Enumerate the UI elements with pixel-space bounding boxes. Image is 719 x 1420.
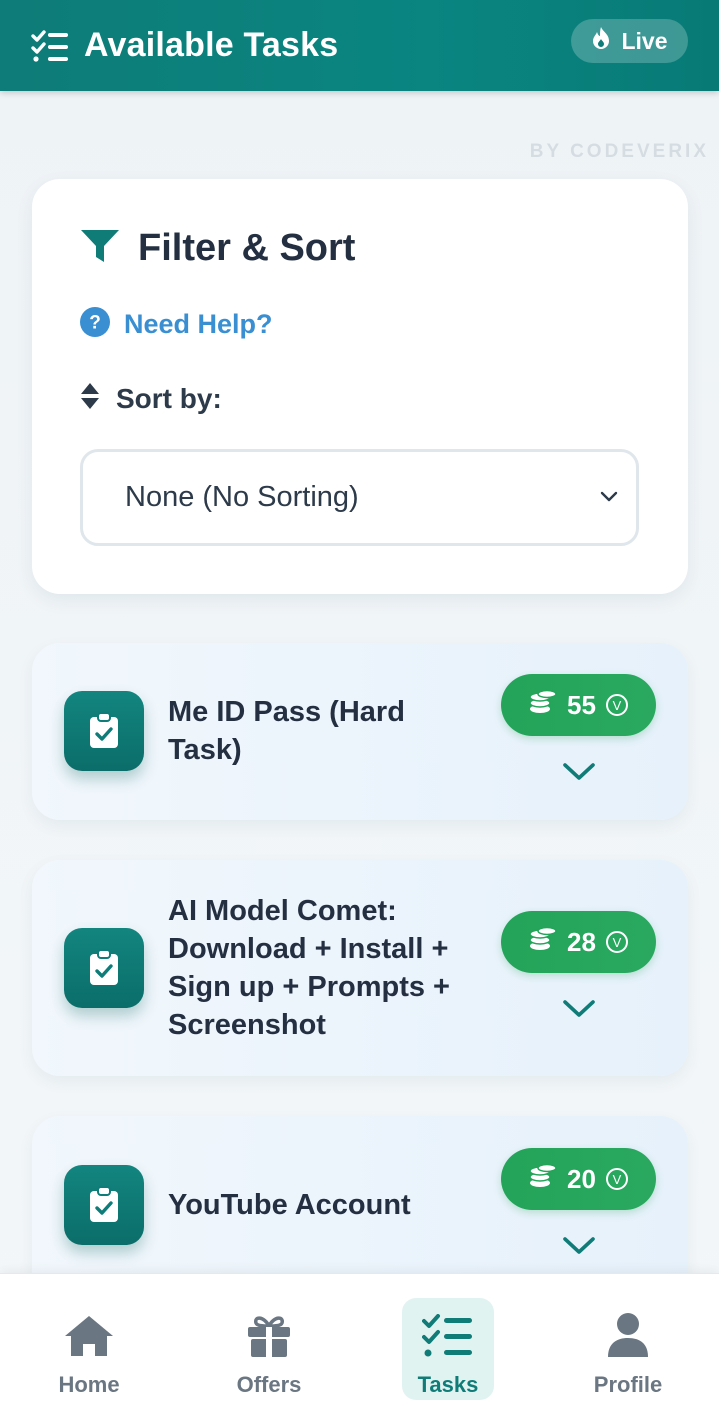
sort-select-value: None (No Sorting)	[125, 481, 359, 513]
nav-label: Tasks	[417, 1372, 479, 1397]
currency-icon: V	[605, 694, 628, 716]
live-badge[interactable]: Live	[571, 19, 688, 63]
reward-badge: 20 V	[501, 1148, 656, 1210]
page-title: Available Tasks	[84, 26, 339, 64]
live-label: Live	[621, 27, 668, 54]
sort-label: Sort by:	[80, 382, 222, 415]
coins-icon	[529, 1162, 557, 1197]
user-icon	[607, 1306, 649, 1358]
nav-item-profile[interactable]: Profile	[582, 1298, 674, 1400]
sort-select[interactable]: None (No Sorting)	[80, 449, 639, 546]
gift-icon	[246, 1306, 292, 1358]
clipboard-check-icon	[64, 928, 144, 1008]
need-help-link[interactable]: ? Need Help?	[80, 307, 273, 342]
svg-text:?: ?	[89, 313, 101, 334]
task-title: Me ID Pass (Hard Task)	[168, 696, 405, 766]
tasks-icon	[422, 1306, 474, 1358]
reward-amount: 55	[567, 689, 596, 720]
coins-icon	[529, 925, 557, 960]
app-header: Available Tasks Live	[0, 0, 719, 91]
app-root: Available Tasks Live BY CODEVERIX Filter…	[0, 0, 719, 1420]
nav-item-home[interactable]: Home	[43, 1298, 135, 1400]
chevron-down-icon[interactable]	[561, 1234, 597, 1258]
brand-watermark: BY CODEVERIX	[529, 141, 709, 162]
task-title: YouTube Account	[168, 1189, 411, 1221]
task-card[interactable]: Me ID Pass (Hard Task) 55 V	[32, 643, 688, 820]
home-icon	[63, 1306, 115, 1358]
task-list-icon	[30, 28, 70, 64]
sort-label-text: Sort by:	[116, 382, 222, 414]
filter-heading: Filter & Sort	[80, 227, 355, 270]
sort-icon	[80, 382, 100, 415]
currency-icon: V	[605, 931, 628, 953]
fire-icon	[591, 26, 611, 56]
nav-label: Home	[58, 1372, 120, 1397]
chevron-down-icon[interactable]	[561, 997, 597, 1021]
reward-badge: 28 V	[501, 911, 656, 973]
nav-item-tasks[interactable]: Tasks	[402, 1298, 494, 1400]
currency-icon: V	[605, 1168, 628, 1190]
need-help-label: Need Help?	[124, 309, 273, 339]
chevron-down-icon	[600, 490, 618, 508]
task-card[interactable]: AI Model Comet: Download + Install + Sig…	[32, 860, 688, 1076]
reward-amount: 28	[567, 926, 596, 957]
filter-icon	[80, 228, 120, 269]
clipboard-check-icon	[64, 691, 144, 771]
coins-icon	[529, 688, 557, 723]
chevron-down-icon[interactable]	[561, 760, 597, 784]
task-title: AI Model Comet: Download + Install + Sig…	[168, 895, 450, 1041]
nav-label: Profile	[593, 1372, 663, 1397]
nav-label: Offers	[236, 1372, 302, 1397]
bottom-nav: Home Offers Tasks Profile	[0, 1273, 719, 1420]
reward-amount: 20	[567, 1163, 596, 1194]
nav-item-offers[interactable]: Offers	[223, 1298, 315, 1400]
filter-title: Filter & Sort	[138, 227, 356, 269]
reward-badge: 55 V	[501, 674, 656, 736]
filter-card: Filter & Sort ? Need Help? Sort by: None…	[32, 179, 688, 594]
clipboard-check-icon	[64, 1165, 144, 1245]
help-icon: ?	[80, 307, 110, 342]
